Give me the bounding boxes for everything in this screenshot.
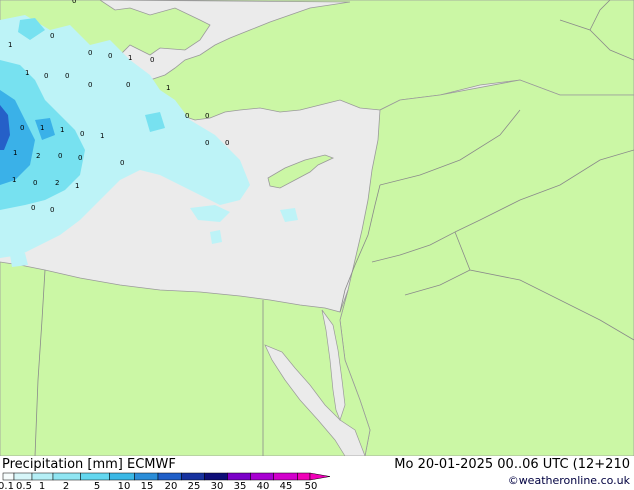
- legend-label: 15: [141, 481, 154, 490]
- legend-color-box: [181, 472, 205, 481]
- station-value: 0: [20, 124, 24, 132]
- forecast-datetime: Mo 20-01-2025 00..06 UTC (12+210: [394, 457, 630, 472]
- station-value: 0: [31, 204, 35, 212]
- station-value: 1: [12, 176, 16, 184]
- legend-color-box: [297, 472, 311, 481]
- station-value: 1: [40, 124, 44, 132]
- precipitation-legend: 0.1 0.5 1 2 5 10 15 20 25 30 35 40 45 50: [0, 472, 331, 490]
- legend-arrow: [309, 472, 331, 481]
- station-value: 0: [185, 112, 189, 120]
- station-value: 0: [88, 81, 92, 89]
- station-value: 0: [120, 159, 124, 167]
- station-value: 0: [72, 0, 76, 5]
- station-value: 1: [8, 41, 12, 49]
- station-value: 0: [205, 112, 209, 120]
- station-value: 0: [80, 130, 84, 138]
- station-value: 1: [75, 182, 79, 190]
- station-value: 0: [33, 179, 37, 187]
- legend-color-box: [250, 472, 274, 481]
- legend-label: 20: [165, 481, 178, 490]
- legend-color-box: [157, 472, 182, 481]
- station-value: 0: [44, 72, 48, 80]
- station-value: 0: [58, 152, 62, 160]
- legend-label: 2: [63, 481, 69, 490]
- legend-color-box: [227, 472, 251, 481]
- legend-label: 35: [234, 481, 247, 490]
- legend-color-box: [204, 472, 228, 481]
- legend-color-box: [52, 472, 81, 481]
- legend-label: 45: [280, 481, 293, 490]
- legend-label: 5: [94, 481, 100, 490]
- station-value: 0: [225, 139, 229, 147]
- legend-color-box: [13, 472, 33, 481]
- legend-color-box: [80, 472, 110, 481]
- station-value: 0: [150, 56, 154, 64]
- credit-link[interactable]: ©weatheronline.co.uk: [508, 474, 630, 487]
- station-value: 1: [128, 54, 132, 62]
- map-title: Precipitation [mm] ECMWF: [2, 457, 176, 472]
- station-value: 0: [78, 154, 82, 162]
- legend-label: 0.5: [16, 481, 32, 490]
- station-value: 0: [50, 206, 54, 214]
- precipitation-map: 0 1 1 0 0 0 1 0 0 0 0 0 1 0 1 1 0 2 0 1 0 1 0 2 1 0 0 1 0 0 0 0 0: [0, 0, 634, 456]
- legend-label: 30: [211, 481, 224, 490]
- legend-color-box: [31, 472, 54, 481]
- legend-color-box: [134, 472, 159, 481]
- station-value: 0: [126, 81, 130, 89]
- station-value: 0: [50, 32, 54, 40]
- station-value: 1: [166, 84, 170, 92]
- station-value: 0: [108, 52, 112, 60]
- legend-label: 10: [118, 481, 131, 490]
- station-value: 0: [65, 72, 69, 80]
- station-value: 2: [55, 179, 59, 187]
- map-footer: Precipitation [mm] ECMWF Mo 20-01-2025 0…: [0, 456, 634, 490]
- station-value: 1: [13, 149, 17, 157]
- legend-color-box: [109, 472, 135, 481]
- legend-label: 25: [188, 481, 201, 490]
- legend-color-box: [2, 472, 15, 481]
- station-value: 0: [88, 49, 92, 57]
- legend-label: 1: [39, 481, 45, 490]
- station-value: 1: [25, 69, 29, 77]
- station-value: 1: [60, 126, 64, 134]
- station-value: 1: [100, 132, 104, 140]
- legend-label: 40: [257, 481, 270, 490]
- levant-land: [339, 79, 634, 456]
- legend-label: 50: [305, 481, 318, 490]
- station-value: 2: [36, 152, 40, 160]
- legend-label: 0.1: [0, 481, 14, 490]
- legend-color-box: [273, 472, 298, 481]
- station-value: 0: [205, 139, 209, 147]
